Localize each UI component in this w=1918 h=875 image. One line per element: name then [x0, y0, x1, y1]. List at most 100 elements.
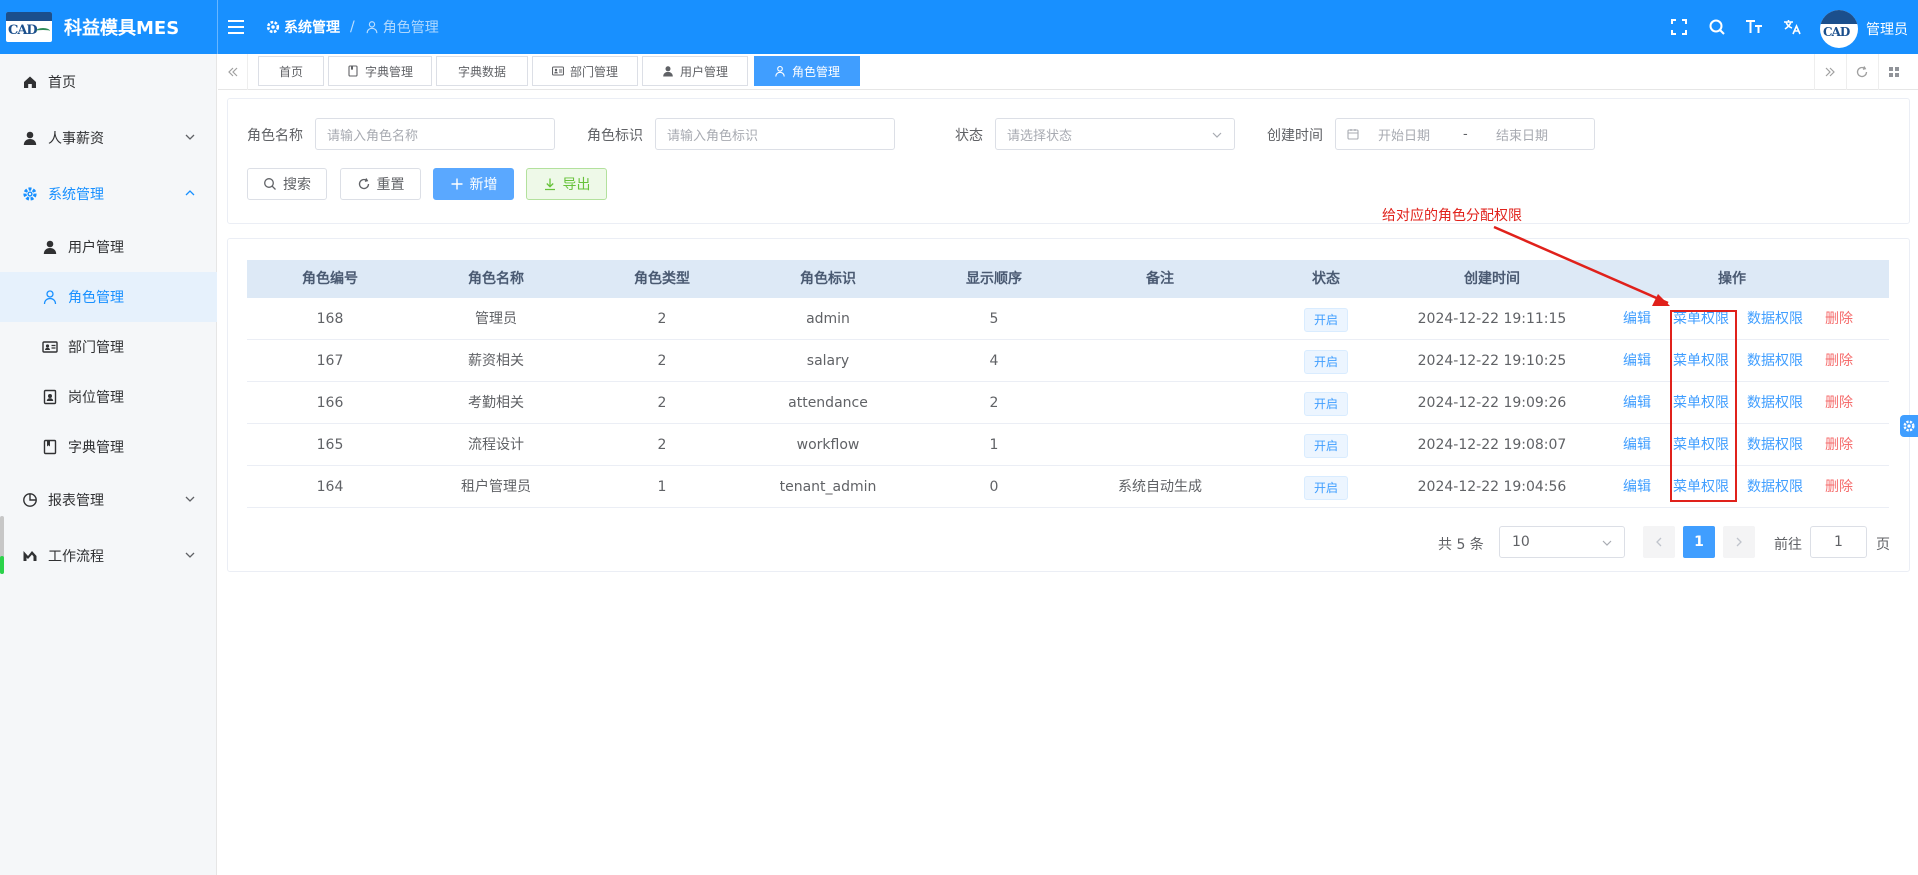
sidebar-item-home[interactable]: 首页 — [0, 57, 217, 107]
delete-button[interactable]: 删除 — [1825, 382, 1853, 424]
status-badge: 开启 — [1304, 392, 1348, 416]
cell-display-order: 4 — [989, 353, 999, 369]
tab-grid-menu-button[interactable] — [1878, 54, 1908, 90]
cell-created-time: 2024-12-22 19:10:25 — [1417, 353, 1567, 369]
data-permission-button[interactable]: 数据权限 — [1747, 298, 1803, 340]
status-select[interactable]: 请选择状态 — [995, 118, 1235, 150]
goto-label: 前往 — [1774, 537, 1802, 553]
start-date-input[interactable]: 开始日期 — [1378, 125, 1430, 144]
breadcrumb-parent[interactable]: 系统管理 — [266, 17, 340, 37]
status-label: 状态 — [955, 128, 983, 144]
sidebar-item-roles[interactable]: 角色管理 — [0, 272, 217, 322]
add-button[interactable]: 新增 — [433, 168, 514, 200]
data-permission-button[interactable]: 数据权限 — [1747, 466, 1803, 508]
sidebar-item-users[interactable]: 用户管理 — [0, 222, 217, 272]
data-permission-button[interactable]: 数据权限 — [1747, 424, 1803, 466]
table-row: 164 租户管理员 1 tenant_admin 0 系统自动生成 开启 2024-12-22… — [247, 466, 1889, 508]
book-icon — [43, 439, 57, 455]
export-button[interactable]: 导出 — [526, 168, 607, 200]
user-outline-icon — [43, 290, 57, 305]
table-row: 165 流程设计 2 workflow 1 开启 2024-12-22 19:08:07 编辑… — [247, 424, 1889, 466]
sidebar-item-workflow[interactable]: 工作流程 — [0, 531, 217, 581]
date-range-picker[interactable]: 开始日期 - 结束日期 — [1335, 118, 1595, 150]
table-header: 角色编号 角色名称 角色类型 角色标识 显示顺序 备注 状态 创建时间 操作 — [247, 260, 1889, 298]
chevron-down-icon — [185, 496, 195, 502]
sidebar-item-dictionary[interactable]: 字典管理 — [0, 422, 217, 472]
cell-remark: 系统自动生成 — [1118, 479, 1202, 495]
double-chevron-right-icon — [1825, 67, 1835, 77]
cell-role-key: workflow — [796, 437, 860, 453]
cell-role-key: attendance — [788, 395, 868, 411]
tab-dictionary[interactable]: 字典管理 — [328, 56, 432, 86]
header-display-order: 显示顺序 — [966, 271, 1022, 287]
tabs-scroll-right[interactable] — [1814, 54, 1844, 90]
role-key-label: 角色标识 — [587, 128, 643, 144]
edit-button[interactable]: 编辑 — [1623, 298, 1651, 340]
user-outline-icon — [775, 65, 785, 77]
cell-remark — [1077, 298, 1243, 340]
delete-button[interactable]: 删除 — [1825, 424, 1853, 466]
delete-button[interactable]: 删除 — [1825, 466, 1853, 508]
flow-icon — [23, 551, 37, 561]
sidebar-item-hr-salary[interactable]: 人事薪资 — [0, 113, 217, 163]
tab-departments[interactable]: 部门管理 — [532, 56, 638, 86]
status-badge: 开启 — [1304, 434, 1348, 458]
tabs-scroll-left[interactable] — [218, 54, 248, 90]
username[interactable]: 管理员 — [1866, 19, 1908, 39]
cell-remark — [1077, 340, 1243, 382]
annotation-highlight-box — [1670, 310, 1737, 502]
double-chevron-left-icon — [227, 67, 237, 77]
app-logo[interactable]: CAD 科益模具MES — [0, 0, 217, 54]
role-name-input[interactable]: 请输入角色名称 — [315, 118, 555, 150]
end-date-input[interactable]: 结束日期 — [1496, 125, 1548, 144]
settings-float-button[interactable] — [1900, 415, 1918, 437]
refresh-button[interactable] — [1846, 54, 1876, 90]
menu-toggle-icon[interactable] — [228, 20, 244, 34]
edit-button[interactable]: 编辑 — [1623, 340, 1651, 382]
next-page-button[interactable] — [1723, 526, 1755, 558]
edit-button[interactable]: 编辑 — [1623, 424, 1651, 466]
page-1-button[interactable]: 1 — [1683, 526, 1715, 558]
tab-dictionary-data[interactable]: 字典数据 — [436, 56, 528, 86]
search-icon[interactable] — [1708, 18, 1726, 36]
app-title: 科益模具MES — [64, 18, 180, 39]
sidebar-scrollbar[interactable] — [0, 516, 4, 574]
grid-icon — [1888, 67, 1899, 77]
page-size-select[interactable]: 10 — [1499, 526, 1625, 558]
status-badge: 开启 — [1304, 308, 1348, 332]
tab-roles[interactable]: 角色管理 — [754, 56, 860, 86]
cell-role-id: 164 — [316, 479, 344, 495]
sidebar-item-posts[interactable]: 岗位管理 — [0, 372, 217, 422]
sidebar-item-departments[interactable]: 部门管理 — [0, 322, 217, 372]
search-button[interactable]: 搜索 — [247, 168, 327, 200]
sidebar-item-reports[interactable]: 报表管理 — [0, 475, 217, 525]
delete-button[interactable]: 删除 — [1825, 340, 1853, 382]
tab-users[interactable]: 用户管理 — [642, 56, 748, 86]
font-size-icon[interactable] — [1745, 18, 1763, 36]
edit-button[interactable]: 编辑 — [1623, 466, 1651, 508]
header-role-id: 角色编号 — [302, 271, 358, 287]
cell-role-key: admin — [806, 311, 850, 327]
role-key-input[interactable]: 请输入角色标识 — [655, 118, 895, 150]
cell-role-id: 168 — [316, 311, 344, 327]
delete-button[interactable]: 删除 — [1825, 298, 1853, 340]
sidebar-item-system[interactable]: 系统管理 — [0, 169, 217, 219]
data-permission-button[interactable]: 数据权限 — [1747, 382, 1803, 424]
fullscreen-icon[interactable] — [1670, 18, 1688, 36]
pagination-total: 共 5 条 — [1438, 537, 1484, 553]
chevron-up-icon — [185, 190, 195, 196]
data-permission-button[interactable]: 数据权限 — [1747, 340, 1803, 382]
cell-role-type: 1 — [657, 479, 667, 495]
goto-page-input[interactable]: 1 — [1810, 526, 1867, 558]
reset-button[interactable]: 重置 — [340, 168, 421, 200]
user-icon — [23, 131, 37, 145]
prev-page-button[interactable] — [1643, 526, 1675, 558]
chevron-down-icon — [1602, 540, 1612, 546]
avatar[interactable]: CAD — [1820, 10, 1858, 48]
cell-remark — [1077, 424, 1243, 466]
translate-icon[interactable] — [1783, 18, 1801, 36]
chevron-down-icon — [1212, 132, 1222, 138]
status-badge: 开启 — [1304, 350, 1348, 374]
tab-home[interactable]: 首页 — [258, 56, 324, 86]
edit-button[interactable]: 编辑 — [1623, 382, 1651, 424]
